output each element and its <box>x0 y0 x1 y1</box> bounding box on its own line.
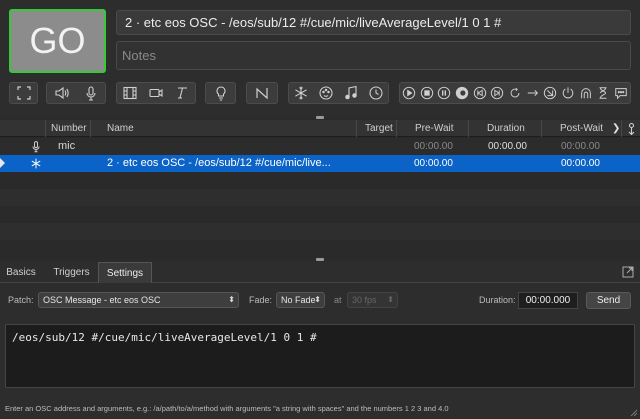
cue-list-header: Number Name Target Pre-Wait❯ Duration❯ P… <box>0 120 640 151</box>
empty-row <box>0 206 640 223</box>
disarm-icon[interactable] <box>559 84 577 102</box>
film-icon[interactable] <box>121 84 139 102</box>
network-icon <box>30 155 44 172</box>
go-button[interactable]: GO <box>9 9 106 73</box>
chevron-updown-icon: ⬍ <box>387 295 394 304</box>
expand-icon[interactable] <box>622 266 634 278</box>
music-note-icon[interactable] <box>342 84 360 102</box>
column-number[interactable]: Number <box>45 120 90 137</box>
list-split-handle[interactable] <box>316 116 324 119</box>
wait-icon[interactable] <box>577 84 595 102</box>
cue-toolbar <box>0 82 640 106</box>
microphone-icon <box>30 138 44 155</box>
reset-icon[interactable] <box>471 84 489 102</box>
toolbar-group-control <box>288 82 389 104</box>
patch-label: Patch: <box>8 295 34 305</box>
cue-list: Number Name Target Pre-Wait❯ Duration❯ P… <box>0 120 640 258</box>
empty-row <box>0 223 640 240</box>
resize-grip-icon[interactable] <box>630 409 638 417</box>
playhead-icon <box>0 158 5 168</box>
empty-row <box>0 240 640 258</box>
cue-duration: 00:00.00 <box>488 141 527 152</box>
at-label: at <box>334 295 342 305</box>
cue-prewait: 00:00.00 <box>414 141 453 152</box>
duration-field[interactable]: 00:00.000 <box>518 292 578 309</box>
duration-label: Duration: <box>479 295 516 305</box>
chevron-right-icon: ❯ <box>611 123 621 134</box>
toolbar-group-transport <box>399 82 631 104</box>
network-icon[interactable] <box>292 84 310 102</box>
inspector-split-handle[interactable] <box>316 258 324 261</box>
pause-icon[interactable] <box>435 84 453 102</box>
toolbar-group-view <box>9 82 38 104</box>
continue-icon <box>628 122 635 135</box>
cue-name: 2 · etc eos OSC - /eos/sub/12 #/cue/mic/… <box>107 157 331 169</box>
tab-basics[interactable]: Basics <box>0 262 42 283</box>
toolbar-group-video <box>116 82 196 104</box>
empty-row <box>0 189 640 206</box>
load-icon[interactable] <box>453 84 471 102</box>
cue-postwait: 00:00.00 <box>561 158 600 169</box>
camera-icon[interactable] <box>147 84 165 102</box>
start-icon[interactable] <box>400 84 418 102</box>
midi-icon[interactable] <box>317 84 335 102</box>
fps-select: 30 fps ⬍ <box>347 292 398 308</box>
cue-row[interactable]: mic 00:00.00 00:00.00 00:00.00 <box>0 138 640 155</box>
tab-settings[interactable]: Settings <box>98 262 152 283</box>
osc-message-input[interactable]: /eos/sub/12 #/cue/mic/liveAverageLevel/1… <box>5 324 635 388</box>
fade-label: Fade: <box>249 295 273 305</box>
inspector-tabs: Basics Triggers Settings <box>0 262 640 283</box>
toolbar-group-fade <box>246 82 278 104</box>
column-target[interactable]: Target <box>356 120 396 137</box>
osc-settings-row: Patch: OSC Message - etc eos OSC ⬍ Fade: … <box>0 292 640 310</box>
cue-number: mic <box>58 140 76 152</box>
stop-icon[interactable] <box>418 84 436 102</box>
cue-postwait: 00:00.00 <box>561 141 600 152</box>
inspector-panel: Basics Triggers Settings Patch: OSC Mess… <box>0 262 640 419</box>
cue-header-panel: GO 2 · etc eos OSC - /eos/sub/12 #/cue/m… <box>0 0 640 116</box>
text-icon[interactable] <box>173 84 191 102</box>
goto-icon[interactable] <box>506 84 524 102</box>
clock-icon[interactable] <box>367 84 385 102</box>
notes-field[interactable]: Notes <box>116 41 631 70</box>
empty-row <box>0 172 640 189</box>
column-duration[interactable]: Duration❯ <box>468 120 541 151</box>
cue-row-selected[interactable]: 2 · etc eos OSC - /eos/sub/12 #/cue/mic/… <box>0 155 640 172</box>
toolbar-group-audio <box>46 82 106 104</box>
column-name[interactable]: Name <box>90 120 356 137</box>
chevron-updown-icon: ⬍ <box>228 295 235 304</box>
toolbar-group-light <box>205 82 236 104</box>
devamp-icon[interactable] <box>488 84 506 102</box>
arm-icon[interactable] <box>542 84 560 102</box>
column-continue[interactable] <box>621 120 640 137</box>
tab-triggers[interactable]: Triggers <box>45 262 98 283</box>
lightbulb-icon[interactable] <box>212 84 230 102</box>
osc-hint-text: Enter an OSC address and arguments, e.g.… <box>5 404 449 413</box>
cue-title-field[interactable]: 2 · etc eos OSC - /eos/sub/12 #/cue/mic/… <box>116 10 631 35</box>
column-prewait[interactable]: Pre-Wait❯ <box>396 120 468 151</box>
fade-icon[interactable] <box>253 84 271 102</box>
patch-select[interactable]: OSC Message - etc eos OSC ⬍ <box>38 292 239 308</box>
chevron-updown-icon: ⬍ <box>314 295 321 304</box>
microphone-icon[interactable] <box>82 84 100 102</box>
speaker-icon[interactable] <box>53 84 71 102</box>
memo-icon[interactable] <box>595 84 613 102</box>
send-button[interactable]: Send <box>586 292 631 309</box>
cue-prewait: 00:00.00 <box>414 158 453 169</box>
script-icon[interactable] <box>612 84 630 102</box>
fade-select[interactable]: No Fade ⬍ <box>276 292 325 308</box>
target-icon[interactable] <box>524 84 542 102</box>
fullscreen-icon[interactable] <box>15 84 33 102</box>
column-postwait[interactable]: Post-Wait ❯ <box>541 120 621 137</box>
